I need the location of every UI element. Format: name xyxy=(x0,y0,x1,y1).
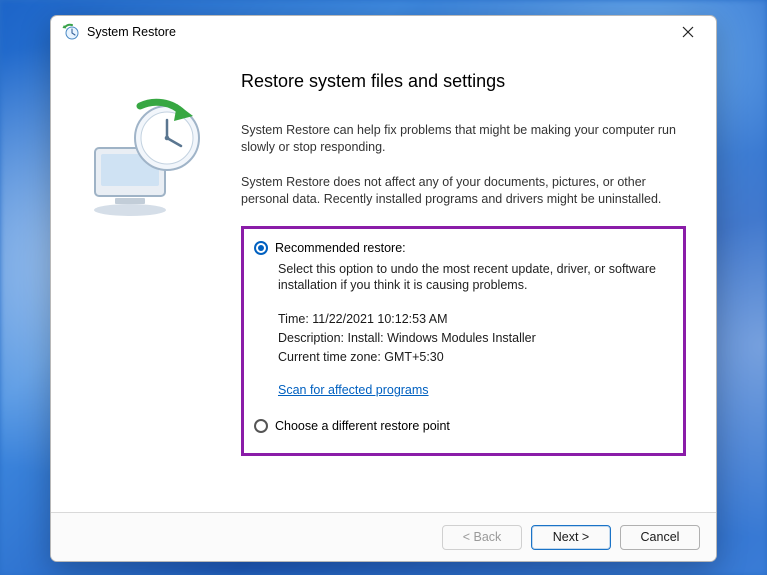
recommended-label: Recommended restore: xyxy=(275,241,406,255)
system-restore-window: System Restore xyxy=(50,15,717,562)
back-button: < Back xyxy=(442,525,522,550)
restore-icon xyxy=(61,23,79,41)
footer-buttons: < Back Next > Cancel xyxy=(51,512,716,561)
radio-choose-different[interactable] xyxy=(254,419,268,433)
recommended-detail: Select this option to undo the most rece… xyxy=(278,261,673,295)
recommended-restore-option[interactable]: Recommended restore: xyxy=(254,241,673,255)
choose-different-label: Choose a different restore point xyxy=(275,419,450,433)
page-title: Restore system files and settings xyxy=(241,71,686,92)
intro-text-1: System Restore can help fix problems tha… xyxy=(241,122,686,156)
timezone-line: Current time zone: GMT+5:30 xyxy=(278,350,673,364)
time-line: Time: 11/22/2021 10:12:53 AM xyxy=(278,312,673,326)
intro-text-2: System Restore does not affect any of yo… xyxy=(241,174,686,208)
close-button[interactable] xyxy=(666,17,710,47)
sidebar xyxy=(51,48,231,512)
next-button[interactable]: Next > xyxy=(531,525,611,550)
titlebar: System Restore xyxy=(51,16,716,48)
choose-different-option[interactable]: Choose a different restore point xyxy=(254,419,673,433)
radio-recommended[interactable] xyxy=(254,241,268,255)
cancel-button[interactable]: Cancel xyxy=(620,525,700,550)
description-line: Description: Install: Windows Modules In… xyxy=(278,331,673,345)
options-highlight-box: Recommended restore: Select this option … xyxy=(241,226,686,457)
main-content: Restore system files and settings System… xyxy=(231,48,716,512)
window-title: System Restore xyxy=(87,25,666,39)
scan-affected-programs-link[interactable]: Scan for affected programs xyxy=(278,383,429,397)
restore-point-details: Time: 11/22/2021 10:12:53 AM Description… xyxy=(278,312,673,364)
restore-illustration xyxy=(85,98,215,223)
body-area: Restore system files and settings System… xyxy=(51,48,716,512)
